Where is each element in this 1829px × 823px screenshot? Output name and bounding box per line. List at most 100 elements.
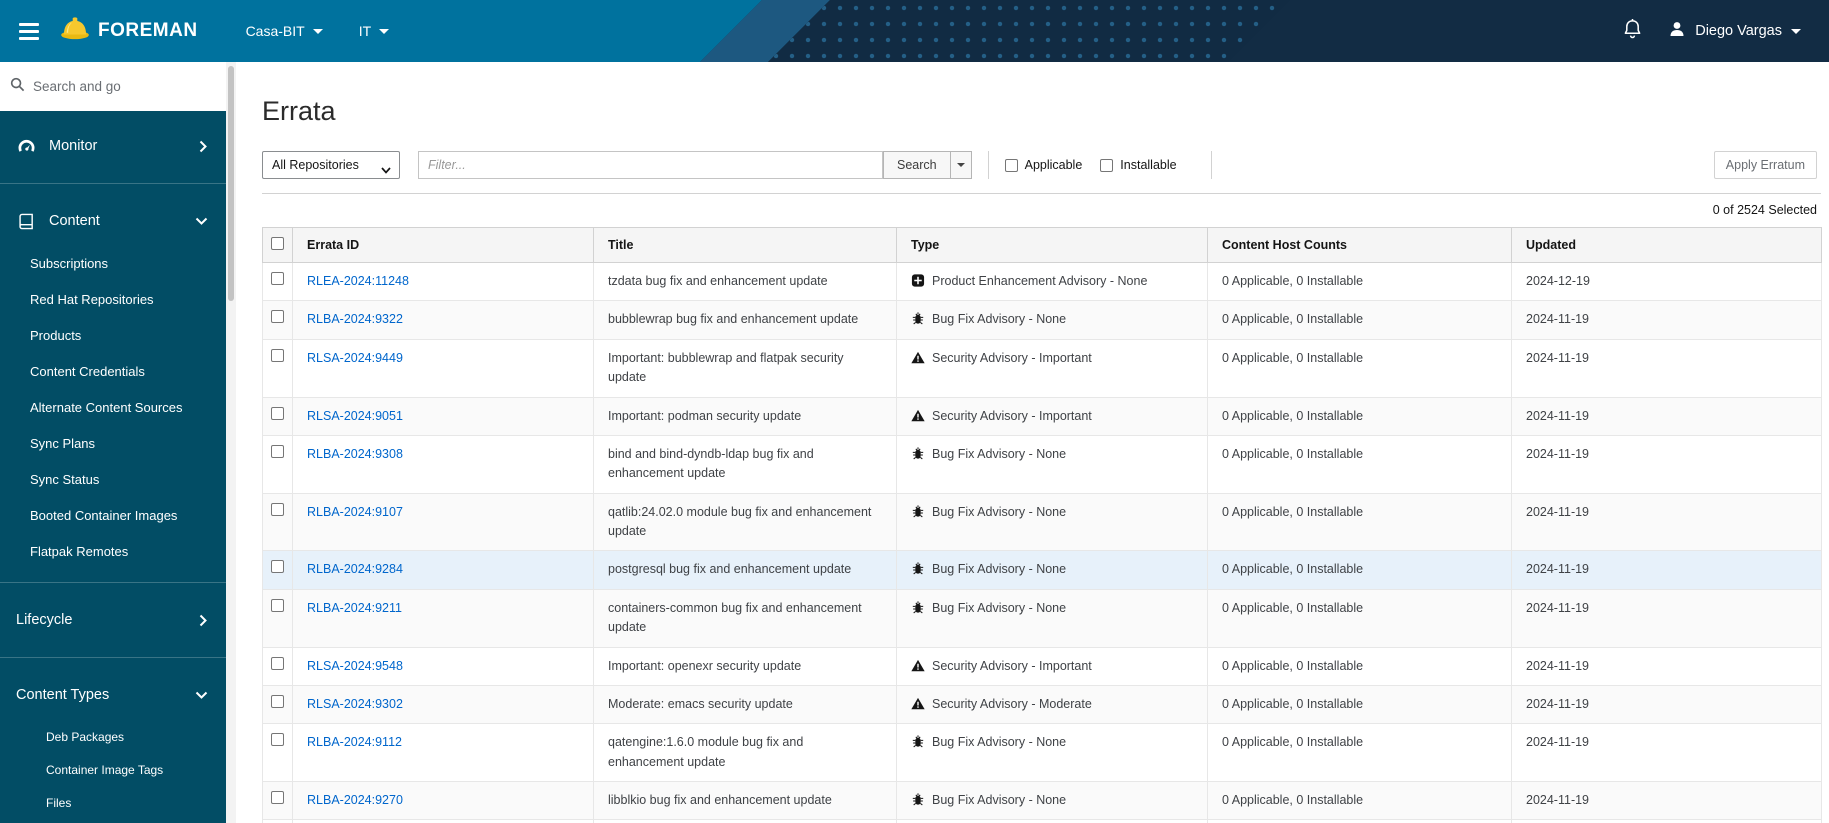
sidebar-subitem-products[interactable]: Products bbox=[0, 318, 226, 354]
erratum-type-label: Bug Fix Advisory - None bbox=[932, 562, 1067, 577]
sidebar-subitem-files[interactable]: Files bbox=[0, 786, 226, 819]
row-checkbox[interactable] bbox=[271, 694, 284, 708]
row-checkbox[interactable] bbox=[271, 444, 284, 458]
apply-erratum-button[interactable]: Apply Erratum bbox=[1713, 151, 1817, 179]
row-checkbox[interactable] bbox=[271, 502, 284, 516]
search-options-button[interactable] bbox=[950, 151, 972, 179]
notifications-bell-icon[interactable] bbox=[1623, 18, 1642, 44]
repository-select[interactable]: All Repositories bbox=[262, 151, 400, 179]
row-checkbox[interactable] bbox=[271, 348, 284, 362]
sidebar-divider bbox=[0, 657, 226, 658]
filter-input[interactable] bbox=[418, 151, 883, 179]
bug-icon bbox=[911, 793, 925, 806]
menu-toggle-icon[interactable] bbox=[6, 22, 52, 40]
erratum-id-link[interactable]: RLSA-2024:9051 bbox=[307, 409, 403, 423]
erratum-id-link[interactable]: RLBA-2024:9322 bbox=[307, 312, 403, 326]
location-menu-label: IT bbox=[358, 23, 372, 39]
sidebar-subitem-alternate-content-sources[interactable]: Alternate Content Sources bbox=[0, 390, 226, 426]
applicable-checkbox[interactable] bbox=[1004, 158, 1018, 172]
select-all-checkbox[interactable] bbox=[271, 237, 284, 250]
row-checkbox[interactable] bbox=[271, 791, 284, 804]
brand[interactable]: FOREMAN bbox=[60, 16, 198, 46]
installable-checkbox[interactable] bbox=[1100, 158, 1114, 172]
erratum-id-link[interactable]: RLBA-2024:9270 bbox=[307, 793, 403, 807]
search-input[interactable] bbox=[33, 79, 208, 94]
erratum-id-link[interactable]: RLBA-2024:9284 bbox=[307, 562, 403, 576]
organization-menu-label: Casa-BIT bbox=[245, 23, 305, 39]
erratum-title: libblkio bug fix and enhancement update bbox=[593, 780, 897, 821]
sidebar-subitem-red-hat-repositories[interactable]: Red Hat Repositories bbox=[0, 282, 226, 318]
sidebar-subitem-deb-packages[interactable]: Deb Packages bbox=[0, 720, 226, 753]
sidebar-scrollbar-thumb[interactable] bbox=[228, 66, 234, 301]
toolbar-divider bbox=[987, 151, 989, 179]
sidebar-nav: Monitor Content Subscriptions Red Hat Repos… bbox=[0, 111, 226, 823]
erratum-id-link[interactable]: RLBA-2024:9211 bbox=[307, 601, 402, 615]
warning-icon bbox=[911, 351, 925, 364]
column-header-title: Title bbox=[593, 227, 897, 263]
sidebar-subitem-subscriptions[interactable]: Subscriptions bbox=[0, 246, 226, 282]
caret-down-icon bbox=[956, 163, 965, 167]
erratum-id-link[interactable]: RLSA-2024:9548 bbox=[307, 659, 403, 673]
content-host-counts: 0 Applicable, 0 Installable bbox=[1207, 684, 1512, 725]
row-checkbox[interactable] bbox=[271, 272, 284, 285]
location-menu[interactable]: IT bbox=[341, 0, 407, 62]
erratum-type-label: Security Advisory - Moderate bbox=[932, 696, 1092, 711]
row-checkbox[interactable] bbox=[271, 406, 284, 420]
bug-icon bbox=[911, 505, 925, 518]
erratum-title: Moderate: emacs security update bbox=[593, 684, 897, 725]
row-checkbox[interactable] bbox=[271, 656, 284, 670]
row-checkbox[interactable] bbox=[271, 560, 284, 574]
sidebar-search[interactable] bbox=[0, 62, 226, 111]
table-row: RLBA-2024:9211 containers-common bug fix … bbox=[262, 588, 1822, 648]
erratum-title: qatengine:1.6.0 module bug fix and enhan… bbox=[593, 723, 897, 782]
updated-date: 2024-11-19 bbox=[1511, 684, 1822, 725]
sidebar-subitem-content-credentials[interactable]: Content Credentials bbox=[0, 354, 226, 390]
updated-date: 2024-11-19 bbox=[1511, 588, 1822, 648]
sidebar-item-content[interactable]: Content bbox=[0, 196, 226, 246]
erratum-title: postgresql bug fix and enhancement updat… bbox=[593, 550, 897, 590]
erratum-id-link[interactable]: RLBA-2024:9112 bbox=[307, 735, 402, 749]
erratum-id-link[interactable]: RLSA-2024:9302 bbox=[307, 697, 403, 711]
sidebar-subitem-sync-plans[interactable]: Sync Plans bbox=[0, 426, 226, 462]
updated-date: 2024-12-19 bbox=[1511, 261, 1822, 302]
user-name: Diego Vargas bbox=[1695, 23, 1782, 39]
erratum-id-link[interactable]: RLBA-2024:9308 bbox=[307, 447, 403, 461]
sidebar: Monitor Content SubscriptionsRed Hat Repos… bbox=[0, 62, 226, 823]
sidebar-scrollbar[interactable] bbox=[226, 62, 236, 823]
erratum-type-label: Bug Fix Advisory - None bbox=[932, 735, 1067, 750]
organization-menu[interactable]: Casa-BIT bbox=[228, 0, 341, 62]
erratum-type: Bug Fix Advisory - None bbox=[896, 300, 1208, 340]
sidebar-subitem-container-image-tags[interactable]: Container Image Tags bbox=[0, 753, 226, 786]
table-row: RLBA-2024:9284 postgresql bug fix and enh… bbox=[262, 550, 1822, 590]
enhancement-icon bbox=[911, 274, 925, 287]
sidebar-divider bbox=[0, 183, 226, 184]
column-header-content-host-counts: Content Host Counts bbox=[1207, 227, 1512, 263]
sidebar-item-lifecycle[interactable]: Lifecycle bbox=[0, 595, 226, 645]
sidebar-item-content-types[interactable]: Content Types bbox=[0, 670, 226, 720]
erratum-id-link[interactable]: RLSA-2024:9449 bbox=[307, 351, 403, 365]
erratum-id-link[interactable]: RLEA-2024:11248 bbox=[307, 274, 409, 288]
chevron-down-icon bbox=[312, 28, 323, 34]
row-checkbox[interactable] bbox=[271, 598, 284, 612]
content-host-counts: 0 Applicable, 0 Installable bbox=[1207, 588, 1512, 648]
erratum-type-label: Product Enhancement Advisory - None bbox=[932, 274, 1148, 288]
content-host-counts: 0 Applicable, 0 Installable bbox=[1207, 434, 1512, 494]
applicable-filter[interactable]: Applicable bbox=[1004, 158, 1082, 172]
updated-date: 2024-11-19 bbox=[1511, 492, 1822, 552]
row-checkbox[interactable] bbox=[271, 733, 284, 747]
installable-filter[interactable]: Installable bbox=[1100, 158, 1177, 172]
sidebar-item-monitor[interactable]: Monitor bbox=[0, 121, 226, 171]
sidebar-subitem-packages[interactable]: Packages bbox=[0, 819, 226, 823]
erratum-id-link[interactable]: RLBA-2024:9107 bbox=[307, 505, 403, 519]
bug-icon bbox=[911, 735, 925, 748]
sidebar-subitem-sync-status[interactable]: Sync Status bbox=[0, 462, 226, 498]
row-checkbox[interactable] bbox=[271, 310, 284, 324]
sidebar-subitem-flatpak-remotes[interactable]: Flatpak Remotes bbox=[0, 534, 226, 570]
content-host-counts: 0 Applicable, 0 Installable bbox=[1207, 780, 1512, 821]
content-host-counts: 0 Applicable, 0 Installable bbox=[1207, 492, 1512, 552]
sidebar-subitem-booted-container-images[interactable]: Booted Container Images bbox=[0, 498, 226, 534]
search-button[interactable]: Search bbox=[883, 151, 951, 179]
user-menu[interactable]: Diego Vargas bbox=[1668, 20, 1801, 42]
book-icon bbox=[16, 213, 36, 230]
content-host-counts: 0 Applicable, 0 Installable bbox=[1207, 646, 1512, 686]
